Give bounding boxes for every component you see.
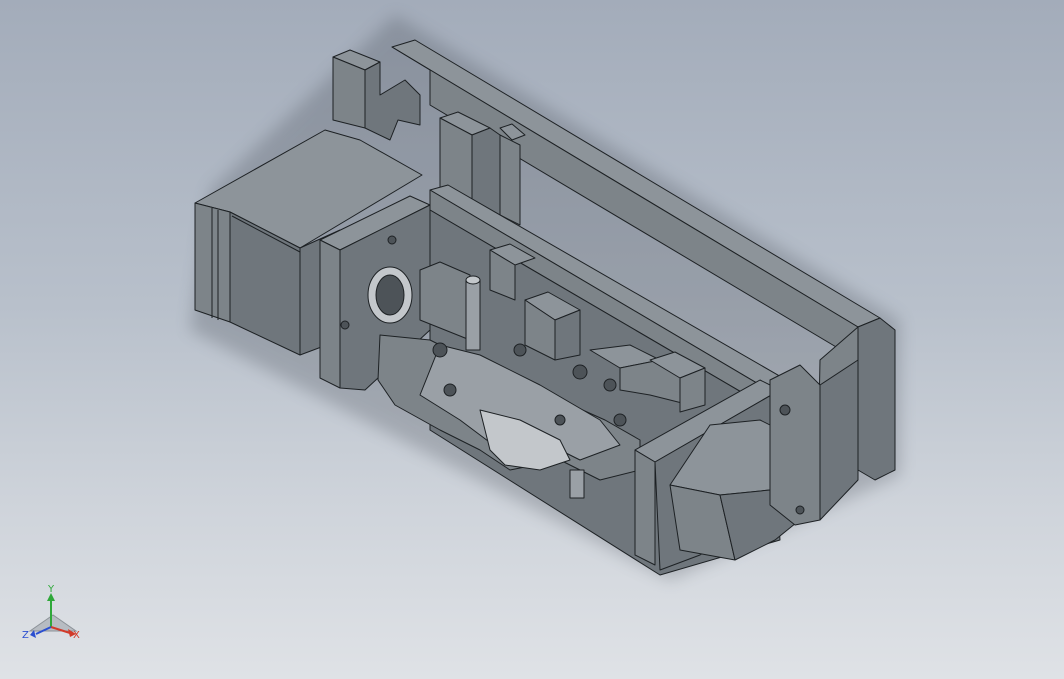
fixture-assembly-model[interactable] (0, 0, 1064, 679)
z-axis-label: Z (22, 630, 29, 641)
cad-viewport[interactable]: Y X Z (0, 0, 1064, 679)
y-axis-label: Y (48, 584, 55, 595)
axis-triad: Y X Z (18, 585, 88, 645)
x-axis-label: X (73, 630, 80, 641)
